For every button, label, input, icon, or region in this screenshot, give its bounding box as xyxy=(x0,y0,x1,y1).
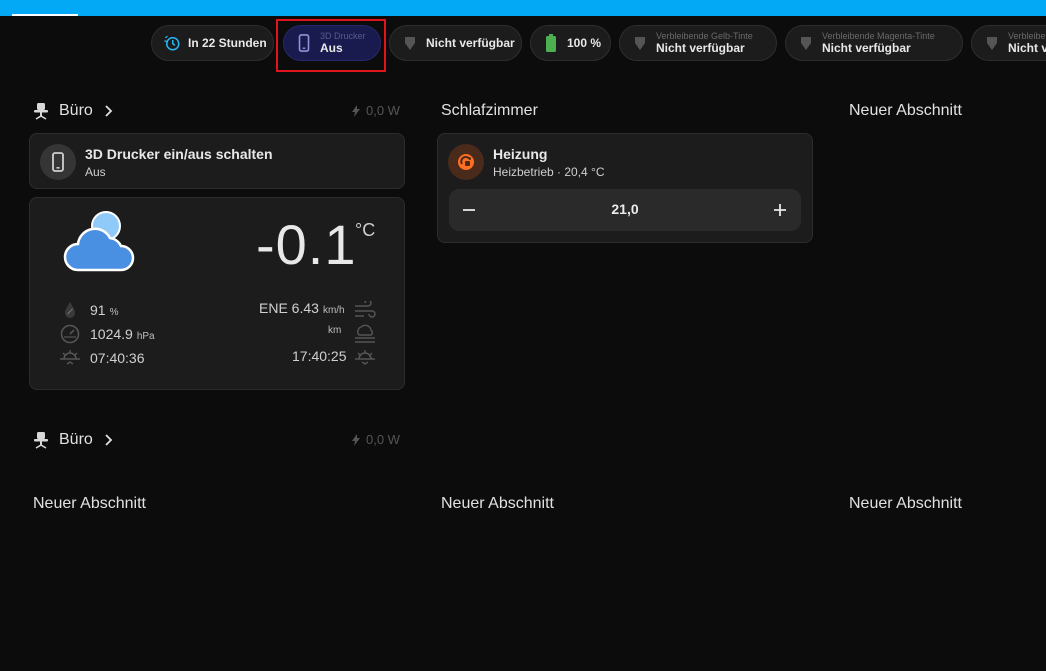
badge-timer[interactable]: In 22 Stunden xyxy=(151,25,274,61)
section-header-neuer-abschnitt: Neuer Abschnitt xyxy=(849,99,962,123)
sunrise-icon xyxy=(59,347,81,369)
section-header-buero[interactable]: Büro xyxy=(33,428,113,452)
weather-card[interactable]: -0.1 °C 91 % 1024.9 hPa 07:40:36 ENE 6.4… xyxy=(29,197,405,390)
tile-state: Aus xyxy=(85,165,106,179)
water-drop-icon xyxy=(630,33,650,53)
cloud-icon xyxy=(62,206,138,279)
badge-ink-yellow-value: Nicht verfügbar xyxy=(656,41,745,55)
badge-ink-1[interactable]: Nicht verfügbar xyxy=(389,25,522,61)
desk-chair-icon xyxy=(33,431,51,449)
visibility-unit: km xyxy=(328,325,342,336)
section-header-schlafzimmer: Schlafzimmer xyxy=(441,99,538,123)
badge-ink-magenta-value: Nicht verfügbar xyxy=(822,41,911,55)
badge-ink-magenta-label: Verbleibende Magenta-Tinte xyxy=(822,31,935,41)
fog-icon xyxy=(354,323,376,345)
top-app-bar xyxy=(0,0,1046,16)
humidity-unit: % xyxy=(109,307,119,318)
weather-temperature-unit: °C xyxy=(355,220,376,240)
water-drop-icon xyxy=(796,33,816,53)
chevron-right-icon xyxy=(103,105,113,117)
gauge-icon xyxy=(59,323,81,345)
visibility-row: km xyxy=(328,325,341,336)
power-value: 0,0 W xyxy=(366,103,400,118)
desk-chair-icon xyxy=(33,102,51,120)
thermostat-icon[interactable] xyxy=(448,144,484,180)
flash-icon xyxy=(352,433,360,446)
humidity-value: 91 xyxy=(90,302,106,318)
badge-ink-yellow-label: Verbleibende Gelb-Tinte xyxy=(656,31,753,41)
chevron-right-icon xyxy=(103,434,113,446)
timer-sync-icon xyxy=(162,33,182,53)
wind-icon xyxy=(354,299,376,321)
battery-icon xyxy=(541,33,561,53)
section-header-buero[interactable]: Büro xyxy=(33,99,113,123)
printer-tile-card[interactable]: 3D Drucker ein/aus schalten Aus xyxy=(29,133,405,189)
wind-unit: km/h xyxy=(322,305,345,316)
badge-ink-partial-value: Nicht ve xyxy=(1008,41,1046,55)
badge-ink-partial-label: Verbleibe xyxy=(1008,31,1046,41)
section-title: Büro xyxy=(59,102,93,119)
section-header-neuer-abschnitt: Neuer Abschnitt xyxy=(849,492,962,516)
badge-ink-1-value: Nicht verfügbar xyxy=(426,36,515,50)
badge-ink-magenta[interactable]: Verbleibende Magenta-Tinte Nicht verfügb… xyxy=(785,25,963,61)
water-drop-icon xyxy=(400,33,420,53)
wind-value: ENE 6.43 xyxy=(259,300,319,316)
increase-temperature-button[interactable] xyxy=(767,197,793,223)
cellphone-icon xyxy=(294,33,314,53)
sunrise-value: 07:40:36 xyxy=(90,350,145,366)
badge-ink-partial[interactable]: Verbleibe Nicht ve xyxy=(971,25,1046,61)
target-temperature-control: 21,0 xyxy=(449,189,801,231)
target-temperature-value: 21,0 xyxy=(611,201,639,217)
badge-timer-value: In 22 Stunden xyxy=(188,36,267,50)
section-header-neuer-abschnitt: Neuer Abschnitt xyxy=(33,492,146,516)
cellphone-icon[interactable] xyxy=(40,144,76,180)
power-readout: 0,0 W xyxy=(352,103,400,118)
flash-icon xyxy=(352,104,360,117)
humidity-icon xyxy=(59,299,81,321)
section-title: Neuer Abschnitt xyxy=(849,495,962,512)
badge-3d-printer-label: 3D Drucker xyxy=(320,31,366,41)
section-title: Neuer Abschnitt xyxy=(441,495,554,512)
section-title: Neuer Abschnitt xyxy=(33,495,146,512)
power-readout: 0,0 W xyxy=(352,432,400,447)
section-header-neuer-abschnitt: Neuer Abschnitt xyxy=(441,492,554,516)
badge-3d-printer-value: Aus xyxy=(320,41,343,55)
water-drop-icon xyxy=(982,33,1002,53)
badge-ink-yellow[interactable]: Verbleibende Gelb-Tinte Nicht verfügbar xyxy=(619,25,777,61)
tile-title: Heizung xyxy=(493,146,548,162)
badge-3d-printer[interactable]: 3D Drucker Aus xyxy=(283,25,381,61)
badge-battery[interactable]: 100 % xyxy=(530,25,611,61)
weather-temperature: -0.1 xyxy=(256,213,357,276)
sunset-icon xyxy=(354,347,376,369)
humidity-row: 91 % xyxy=(90,302,118,318)
wind-row: ENE 6.43 km/h xyxy=(259,300,345,316)
active-tab-indicator xyxy=(12,14,78,16)
section-title: Schlafzimmer xyxy=(441,102,538,119)
sunset-value: 17:40:25 xyxy=(292,348,347,364)
sunrise-row: 07:40:36 xyxy=(90,350,145,366)
heating-tile-card[interactable]: Heizung Heizbetrieb · 20,4 °C 21,0 xyxy=(437,133,813,243)
badges-row: In 22 Stunden 3D Drucker Aus Nicht verfü… xyxy=(0,24,1046,64)
section-title: Büro xyxy=(59,431,93,448)
tile-title: 3D Drucker ein/aus schalten xyxy=(85,146,273,162)
section-title: Neuer Abschnitt xyxy=(849,102,962,119)
badge-battery-value: 100 % xyxy=(567,36,602,50)
tile-state: Heizbetrieb · 20,4 °C xyxy=(493,165,605,179)
power-value: 0,0 W xyxy=(366,432,400,447)
pressure-row: 1024.9 hPa xyxy=(90,326,155,342)
pressure-value: 1024.9 xyxy=(90,326,133,342)
sunset-row: 17:40:25 xyxy=(292,348,347,364)
pressure-unit: hPa xyxy=(136,331,155,342)
